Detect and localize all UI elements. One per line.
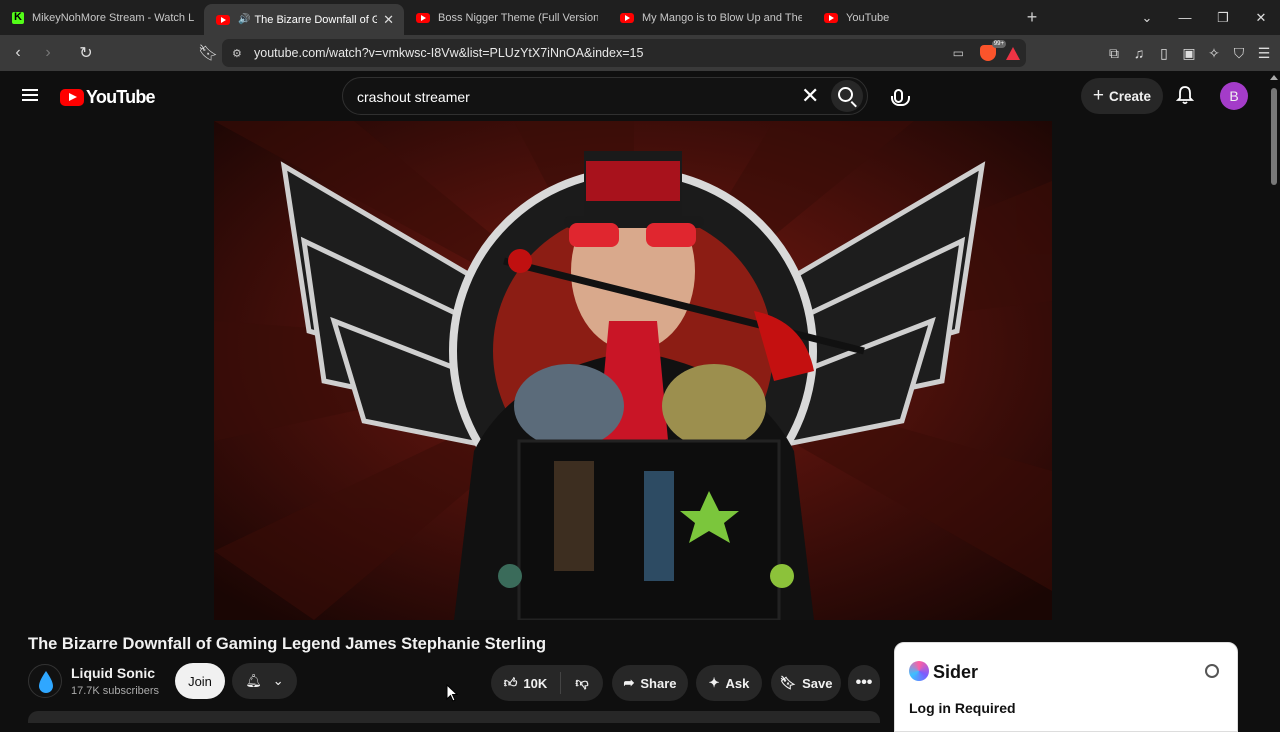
join-button[interactable]: Join [175, 663, 225, 699]
description-box[interactable] [28, 711, 880, 723]
tab-search-icon[interactable]: ⌄ [1128, 10, 1166, 26]
create-label: Create [1109, 88, 1152, 104]
address-bar[interactable]: ⚙︎ youtube.com/watch?v=vmkwsc-I8Vw&list=… [222, 39, 1026, 67]
extensions-area: ⧉ ♫ ▯ ▣ ✧ ⛉ ☰ [1106, 35, 1272, 71]
channel-avatar[interactable] [28, 664, 62, 698]
share-arrow-icon: ➦ [623, 675, 635, 690]
sider-logo-icon [909, 661, 929, 681]
youtube-icon [416, 12, 430, 23]
logo-text: YouTube [86, 87, 156, 107]
tab-youtube[interactable]: YouTube [812, 0, 1002, 35]
ask-button[interactable]: ✦ Ask [696, 665, 762, 701]
shields-badge: 99+ [991, 40, 1006, 48]
tab-active-video[interactable]: 🔊 The Bizarre Downfall of Gaming ✕ [204, 4, 404, 35]
youtube-icon [216, 14, 230, 25]
channel-name[interactable]: Liquid Sonic [71, 665, 155, 681]
search-icon [838, 87, 853, 102]
share-button[interactable]: ➦ Share [612, 665, 688, 701]
thumbs-down-icon: 👎︎ [575, 675, 589, 690]
bell-icon: 🔔︎ [245, 673, 262, 688]
media-icon[interactable]: ♫ [1131, 45, 1147, 61]
more-actions-button[interactable]: ••• [848, 665, 880, 701]
close-tab-icon[interactable]: ✕ [383, 12, 394, 28]
bookmark-icon: 🔖︎ [779, 675, 797, 690]
subscription-notifications-button[interactable]: 🔔︎ ⌄ [232, 663, 297, 699]
url-text[interactable]: youtube.com/watch?v=vmkwsc-I8Vw&list=PLU… [254, 46, 953, 60]
login-required-text: Log in Required [909, 700, 1016, 716]
youtube-play-icon [60, 89, 84, 106]
settings-icon[interactable] [1205, 664, 1219, 678]
youtube-icon [824, 12, 838, 23]
subscriber-count: 17.7K subscribers [71, 685, 160, 697]
scrollbar-thumb[interactable] [1271, 88, 1277, 185]
clear-search-icon[interactable]: ✕ [801, 85, 819, 107]
vpn-icon[interactable]: ⛉ [1231, 45, 1247, 62]
youtube-header: YouTube crashout streamer ✕ + Create B [0, 71, 1268, 121]
minimize-button[interactable]: — [1166, 10, 1204, 25]
reload-button[interactable]: ↻ [74, 43, 98, 63]
tab-kick-stream[interactable]: MikeyNohMore Stream - Watch Live [0, 0, 204, 35]
save-button[interactable]: 🔖︎ Save [771, 665, 841, 701]
chevron-down-icon: ⌄ [272, 673, 284, 688]
tab-title: YouTube [846, 11, 890, 24]
like-dislike-group: 👍︎ 10K 👎︎ [491, 665, 603, 701]
leo-ai-icon[interactable]: ✧ [1206, 45, 1222, 62]
tab-title: Boss Nigger Theme (Full Version Rem [438, 11, 598, 24]
browser-tab-bar: MikeyNohMore Stream - Watch Live 🔊 The B… [0, 0, 1280, 35]
ask-label: Ask [725, 675, 750, 691]
video-player[interactable] [214, 121, 1052, 620]
share-label: Share [640, 675, 677, 691]
brave-rewards-icon[interactable] [1006, 46, 1020, 60]
page-scrollbar[interactable] [1268, 71, 1280, 720]
window-controls: ⌄ — ❐ ✕ [1128, 0, 1280, 35]
browser-toolbar: ‹ › ↻ 🔖︎ ⚙︎ youtube.com/watch?v=vmkwsc-I… [0, 35, 1280, 71]
water-drop-icon [39, 671, 53, 693]
site-info-icon[interactable]: ⚙︎ [232, 47, 248, 60]
sparkle-icon: ✦ [708, 675, 720, 690]
close-window-button[interactable]: ✕ [1242, 10, 1280, 26]
menu-hamburger-icon[interactable] [22, 89, 38, 101]
extensions-icon[interactable]: ⧉ [1106, 45, 1122, 62]
save-label: Save [802, 675, 833, 691]
like-count: 10K [523, 675, 548, 691]
youtube-icon [620, 12, 634, 23]
tab-title: MikeyNohMore Stream - Watch Live [32, 11, 194, 24]
menu-icon[interactable]: ☰ [1256, 45, 1272, 62]
youtube-logo[interactable]: YouTube [60, 87, 156, 108]
notifications-bell-icon[interactable] [1176, 85, 1194, 105]
dislike-button[interactable]: 👎︎ [561, 675, 603, 691]
restore-button[interactable]: ❐ [1204, 10, 1242, 26]
search-input[interactable]: crashout streamer [357, 89, 470, 105]
voice-search-button[interactable] [880, 77, 916, 115]
plus-icon: + [1092, 85, 1105, 106]
new-tab-button[interactable]: + [1020, 7, 1044, 28]
cast-icon[interactable]: ▭ [953, 46, 964, 60]
scroll-up-arrow-icon[interactable] [1270, 75, 1278, 80]
create-button[interactable]: + Create [1081, 78, 1163, 114]
sidebar-icon[interactable]: ▯ [1156, 45, 1172, 62]
like-button[interactable]: 👍︎ 10K [491, 672, 561, 694]
audio-playing-icon[interactable]: 🔊 [238, 14, 250, 25]
tab-title: My Mango is to Blow Up and Then A [642, 11, 802, 24]
video-frame [214, 121, 1052, 620]
tab-boss-theme[interactable]: Boss Nigger Theme (Full Version Rem [404, 0, 608, 35]
search-button[interactable] [831, 80, 863, 112]
tab-mango[interactable]: My Mango is to Blow Up and Then A [608, 0, 812, 35]
video-title: The Bizarre Downfall of Gaming Legend Ja… [28, 635, 547, 653]
sider-title: Sider [933, 662, 979, 682]
avatar[interactable]: B [1220, 82, 1248, 110]
back-button[interactable]: ‹ [6, 44, 30, 62]
sider-panel: Sider Log in Required [894, 642, 1238, 732]
bookmark-icon[interactable]: 🔖︎ [196, 43, 220, 63]
mouse-cursor-icon [446, 684, 458, 702]
forward-button[interactable]: › [36, 44, 60, 62]
brave-shields-icon[interactable]: 99+ [980, 40, 1006, 61]
wallet-icon[interactable]: ▣ [1181, 45, 1197, 62]
microphone-icon [890, 89, 910, 106]
more-horiz-icon: ••• [855, 674, 873, 691]
kick-icon [12, 11, 24, 24]
tab-title: The Bizarre Downfall of Gaming [254, 13, 378, 26]
thumbs-up-icon: 👍︎ [503, 675, 518, 690]
search-box[interactable]: crashout streamer ✕ [342, 77, 868, 115]
